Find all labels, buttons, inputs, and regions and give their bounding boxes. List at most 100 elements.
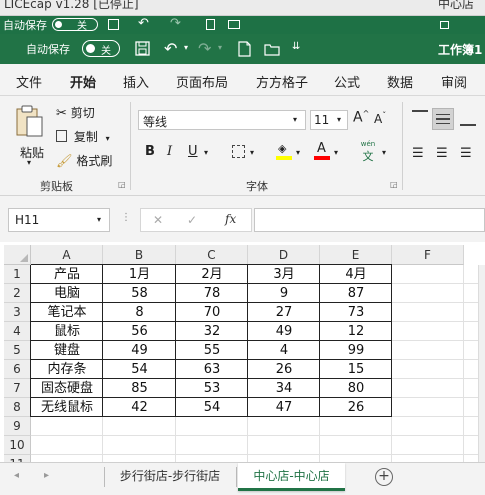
- table-cell[interactable]: 26: [320, 398, 392, 417]
- table-cell[interactable]: 27: [248, 303, 320, 322]
- insert-function-icon[interactable]: fx: [225, 212, 236, 226]
- row-header[interactable]: 1: [4, 265, 31, 284]
- cancel-icon[interactable]: ✕: [153, 213, 163, 227]
- font-name-select[interactable]: 等线 ▾: [138, 110, 306, 130]
- increase-font-icon[interactable]: A^: [353, 109, 369, 126]
- copy-dropdown-icon[interactable]: ▾: [106, 134, 110, 143]
- table-cell[interactable]: 8: [103, 303, 176, 322]
- table-cell[interactable]: 键盘: [31, 341, 103, 360]
- table-cell[interactable]: 56: [103, 322, 176, 341]
- tab-home[interactable]: 开始: [70, 72, 97, 99]
- tab-fangfang[interactable]: 方方格子: [256, 72, 308, 91]
- table-cell[interactable]: 58: [103, 284, 176, 303]
- redo-icon[interactable]: ↷: [198, 39, 211, 58]
- table-cell[interactable]: 55: [176, 341, 248, 360]
- format-painter-button[interactable]: 🖌 格式刷: [56, 152, 112, 169]
- align-top-icon[interactable]: [412, 110, 428, 124]
- table-cell[interactable]: 鼠标: [31, 322, 103, 341]
- paste-button[interactable]: 粘贴 ▾: [14, 104, 48, 167]
- column-header[interactable]: F: [392, 245, 464, 265]
- table-cell[interactable]: 73: [320, 303, 392, 322]
- vertical-scrollbar[interactable]: [478, 265, 485, 462]
- redo-dropdown-icon[interactable]: ▾: [218, 43, 222, 52]
- font-size-dropdown-icon[interactable]: ▾: [337, 115, 341, 124]
- table-cell[interactable]: 12: [320, 322, 392, 341]
- titlebar-undo-icon[interactable]: ↶: [138, 16, 149, 31]
- column-header[interactable]: E: [320, 245, 392, 265]
- paste-dropdown-icon[interactable]: ▾: [27, 158, 31, 167]
- row-header[interactable]: 9: [4, 417, 31, 436]
- tab-review[interactable]: 审阅: [441, 72, 467, 91]
- table-cell[interactable]: 9: [248, 284, 320, 303]
- table-cell[interactable]: 49: [103, 341, 176, 360]
- table-cell[interactable]: 42: [103, 398, 176, 417]
- column-header[interactable]: B: [103, 245, 176, 265]
- column-header[interactable]: C: [176, 245, 248, 265]
- table-cell[interactable]: 49: [248, 322, 320, 341]
- table-cell[interactable]: 34: [248, 379, 320, 398]
- table-cell[interactable]: 32: [176, 322, 248, 341]
- bold-button[interactable]: B: [145, 144, 155, 159]
- underline-button[interactable]: U: [188, 144, 198, 159]
- formula-bar-grip-icon[interactable]: ⋮: [121, 212, 131, 223]
- table-cell[interactable]: 80: [320, 379, 392, 398]
- table-cell[interactable]: 54: [103, 360, 176, 379]
- column-header[interactable]: A: [31, 245, 103, 265]
- save-icon[interactable]: [135, 41, 150, 56]
- header-cell[interactable]: 产品: [31, 265, 103, 284]
- align-bottom-icon[interactable]: [460, 112, 476, 126]
- table-cell[interactable]: 固态硬盘: [31, 379, 103, 398]
- table-cell[interactable]: 无线鼠标: [31, 398, 103, 417]
- customize-qat-icon[interactable]: ⇊: [292, 41, 300, 52]
- table-cell[interactable]: 15: [320, 360, 392, 379]
- select-all-corner[interactable]: [4, 245, 31, 265]
- copy-button[interactable]: 复制 ▾: [56, 128, 110, 145]
- phonetic-guide-icon[interactable]: wén 文: [358, 140, 378, 164]
- header-cell[interactable]: 4月: [320, 265, 392, 284]
- font-color-dropdown-icon[interactable]: ▾: [334, 148, 338, 157]
- tab-data[interactable]: 数据: [387, 72, 413, 91]
- row-header[interactable]: 3: [4, 303, 31, 322]
- border-icon[interactable]: [232, 145, 245, 158]
- new-document-icon[interactable]: [238, 41, 251, 57]
- scroll-tabs-left-icon[interactable]: ◂: [14, 470, 19, 481]
- italic-button[interactable]: I: [167, 144, 172, 159]
- name-box[interactable]: H11 ▾: [8, 208, 110, 232]
- table-cell[interactable]: 78: [176, 284, 248, 303]
- undo-dropdown-icon[interactable]: ▾: [184, 43, 188, 52]
- table-cell[interactable]: 47: [248, 398, 320, 417]
- table-cell[interactable]: 85: [103, 379, 176, 398]
- open-folder-icon[interactable]: [264, 43, 280, 56]
- table-cell[interactable]: 4: [248, 341, 320, 360]
- row-header[interactable]: 4: [4, 322, 31, 341]
- align-middle-icon[interactable]: [432, 108, 454, 130]
- font-color-icon[interactable]: A: [314, 141, 330, 160]
- table-cell[interactable]: 99: [320, 341, 392, 360]
- titlebar-redo-icon[interactable]: ↷: [170, 16, 181, 31]
- add-sheet-icon[interactable]: +: [375, 468, 393, 486]
- align-center-icon[interactable]: ☰: [436, 146, 448, 161]
- row-header[interactable]: 7: [4, 379, 31, 398]
- titlebar-folder-icon[interactable]: [228, 20, 240, 29]
- tab-page-layout[interactable]: 页面布局: [176, 72, 228, 91]
- titlebar-max-icon[interactable]: [440, 21, 449, 29]
- undo-icon[interactable]: ↶: [164, 39, 177, 58]
- table-cell[interactable]: 26: [248, 360, 320, 379]
- row-header[interactable]: 2: [4, 284, 31, 303]
- align-right-icon[interactable]: ☰: [460, 146, 472, 161]
- table-cell[interactable]: 内存条: [31, 360, 103, 379]
- row-header[interactable]: 10: [4, 436, 31, 455]
- table-cell[interactable]: 电脑: [31, 284, 103, 303]
- border-dropdown-icon[interactable]: ▾: [250, 148, 254, 157]
- font-launcher-icon[interactable]: ◲: [390, 180, 398, 189]
- table-cell[interactable]: 63: [176, 360, 248, 379]
- fill-color-icon[interactable]: ◈: [276, 142, 292, 160]
- decrease-font-icon[interactable]: Aˇ: [374, 111, 386, 126]
- name-box-dropdown-icon[interactable]: ▾: [97, 215, 101, 224]
- table-cell[interactable]: 笔记本: [31, 303, 103, 322]
- font-size-select[interactable]: 11 ▾: [310, 110, 348, 130]
- column-header[interactable]: D: [248, 245, 320, 265]
- titlebar-newdoc-icon[interactable]: [206, 19, 215, 30]
- titlebar-toggle[interactable]: 关: [52, 18, 98, 32]
- sheet-tab-buxingjie[interactable]: 步行街店-步行街店: [106, 463, 234, 491]
